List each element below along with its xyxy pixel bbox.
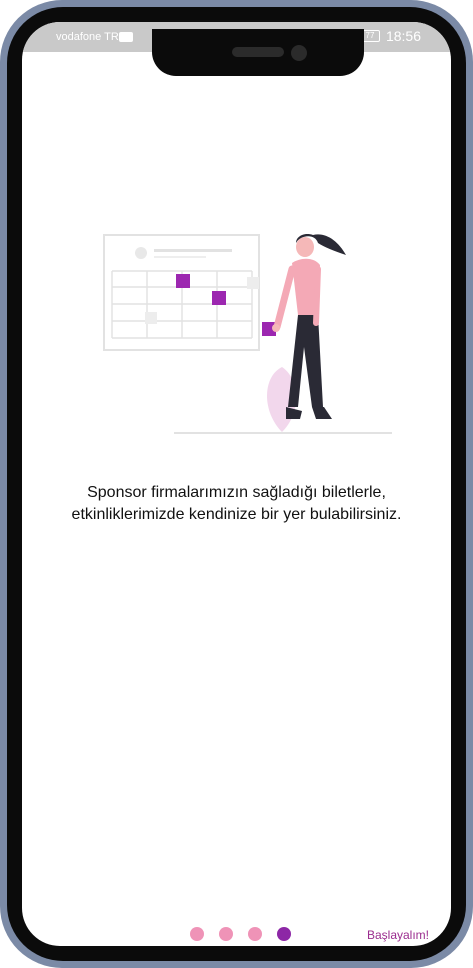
page-indicator bbox=[190, 927, 291, 941]
status-time: 18:56 bbox=[385, 28, 421, 44]
phone-notch bbox=[152, 29, 364, 76]
page-dot[interactable] bbox=[248, 927, 262, 941]
page-dot[interactable] bbox=[219, 927, 233, 941]
onboarding-message-line: etkinliklerimizde kendinize bir yer bula… bbox=[71, 506, 402, 523]
calendar-woman-illustration bbox=[103, 233, 392, 434]
calendar-avatar-icon bbox=[135, 247, 147, 259]
start-button[interactable]: Başlayalım! bbox=[367, 928, 429, 942]
calendar-header-line bbox=[154, 249, 232, 252]
onboarding-message: Sponsor firmalarımızın sağladığı biletle… bbox=[36, 482, 437, 526]
sticky-note bbox=[212, 291, 226, 305]
sticky-note-placeholder bbox=[247, 277, 259, 289]
page-dot[interactable] bbox=[190, 927, 204, 941]
app-screen: vodafone TR 77 18:56 Sponsor firmalarımı… bbox=[22, 22, 451, 946]
volte-icon bbox=[119, 32, 133, 42]
front-camera-icon bbox=[291, 45, 307, 61]
carrier-label: vodafone TR bbox=[56, 31, 119, 43]
sticky-note bbox=[176, 274, 190, 288]
onboarding-message-line: Sponsor firmalarımızın sağladığı biletle… bbox=[87, 484, 386, 501]
page-dot-active[interactable] bbox=[277, 927, 291, 941]
sticky-note-placeholder bbox=[145, 312, 157, 324]
speaker-icon bbox=[232, 47, 284, 57]
status-right: 77 18:56 bbox=[359, 28, 421, 44]
calendar-subheader-line bbox=[154, 256, 206, 258]
